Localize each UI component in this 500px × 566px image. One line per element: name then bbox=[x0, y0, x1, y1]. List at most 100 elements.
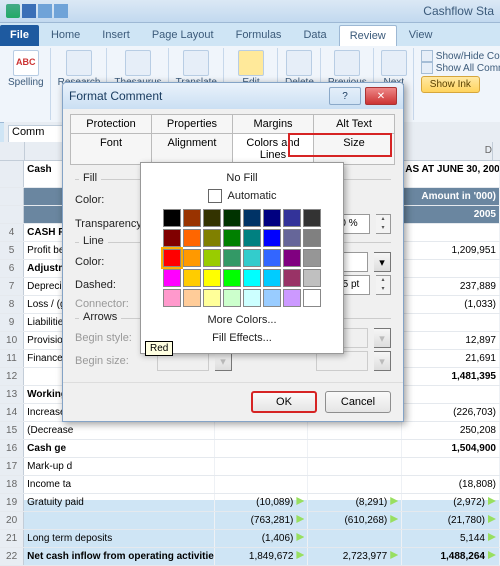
color-swatch[interactable] bbox=[263, 269, 281, 287]
cell[interactable]: Mark-up d bbox=[24, 458, 214, 475]
automatic-option[interactable]: Automatic bbox=[147, 187, 337, 205]
tab-insert[interactable]: Insert bbox=[92, 25, 140, 46]
no-fill-option[interactable]: No Fill bbox=[147, 169, 337, 187]
undo-icon[interactable] bbox=[38, 4, 52, 18]
color-swatch[interactable] bbox=[183, 289, 201, 307]
col-D[interactable]: D bbox=[398, 142, 493, 160]
weight-spinner[interactable]: ▴▾ bbox=[376, 275, 391, 295]
color-swatch[interactable] bbox=[263, 289, 281, 307]
dtab-protection[interactable]: Protection bbox=[70, 114, 152, 134]
row-header[interactable]: 16 bbox=[0, 440, 24, 457]
color-swatch[interactable] bbox=[303, 229, 321, 247]
dtab-alttext[interactable]: Alt Text bbox=[313, 114, 395, 134]
select-all[interactable] bbox=[0, 142, 25, 160]
cell[interactable]: 21,691 bbox=[402, 350, 500, 367]
color-swatch[interactable] bbox=[203, 209, 221, 227]
row-header[interactable]: 14 bbox=[0, 404, 24, 421]
cell[interactable]: 2,723,977 bbox=[308, 548, 402, 565]
row-header[interactable]: 5 bbox=[0, 242, 24, 259]
cell[interactable]: (2,972) bbox=[402, 494, 500, 511]
row-header[interactable]: 17 bbox=[0, 458, 24, 475]
show-hide-comment[interactable]: Show/Hide Comment bbox=[421, 50, 500, 62]
more-colors-option[interactable]: More Colors... bbox=[147, 311, 337, 329]
color-swatch[interactable] bbox=[183, 249, 201, 267]
row-header[interactable]: 6 bbox=[0, 260, 24, 277]
row-header[interactable]: 7 bbox=[0, 278, 24, 295]
cell[interactable] bbox=[215, 476, 309, 493]
cell[interactable]: (763,281) bbox=[215, 512, 309, 529]
color-swatch[interactable] bbox=[283, 269, 301, 287]
color-swatch[interactable] bbox=[203, 229, 221, 247]
cell[interactable]: (1,406) bbox=[215, 530, 309, 547]
tab-view[interactable]: View bbox=[399, 25, 443, 46]
row-header[interactable]: 21 bbox=[0, 530, 24, 547]
cell[interactable]: (8,291) bbox=[308, 494, 402, 511]
color-swatch[interactable] bbox=[283, 249, 301, 267]
row-header[interactable] bbox=[0, 206, 24, 223]
cell[interactable] bbox=[215, 422, 309, 439]
color-swatch[interactable] bbox=[223, 209, 241, 227]
cell[interactable] bbox=[402, 458, 500, 475]
cell[interactable]: Long term deposits bbox=[24, 530, 214, 547]
color-swatch[interactable] bbox=[223, 229, 241, 247]
color-swatch[interactable] bbox=[243, 249, 261, 267]
cell[interactable]: (610,268) bbox=[308, 512, 402, 529]
cell[interactable] bbox=[402, 224, 500, 241]
dtab-colorslines[interactable]: Colors and Lines bbox=[232, 133, 314, 165]
row-header[interactable]: 13 bbox=[0, 386, 24, 403]
tab-file[interactable]: File bbox=[0, 25, 39, 46]
cell[interactable] bbox=[402, 314, 500, 331]
dtab-margins[interactable]: Margins bbox=[232, 114, 314, 134]
color-swatch[interactable] bbox=[263, 229, 281, 247]
dtab-size[interactable]: Size bbox=[313, 133, 395, 165]
row-header[interactable]: 11 bbox=[0, 350, 24, 367]
row-header[interactable] bbox=[0, 188, 24, 205]
cell[interactable]: 1,849,672 bbox=[215, 548, 309, 565]
cell[interactable]: Income ta bbox=[24, 476, 214, 493]
row-header[interactable]: 18 bbox=[0, 476, 24, 493]
show-ink-button[interactable]: Show Ink bbox=[421, 76, 480, 93]
tab-pagelayout[interactable]: Page Layout bbox=[142, 25, 224, 46]
color-swatch[interactable] bbox=[243, 269, 261, 287]
cell[interactable] bbox=[308, 476, 402, 493]
row-header[interactable]: 22 bbox=[0, 548, 24, 565]
cell[interactable]: 2005 bbox=[402, 206, 500, 223]
fill-effects-option[interactable]: Fill Effects... bbox=[147, 329, 337, 347]
cell[interactable]: (10,089) bbox=[215, 494, 309, 511]
cell[interactable]: 12,897 bbox=[402, 332, 500, 349]
cancel-button[interactable]: Cancel bbox=[325, 391, 391, 413]
cell[interactable]: (18,808) bbox=[402, 476, 500, 493]
cell[interactable] bbox=[308, 530, 402, 547]
row-header[interactable] bbox=[0, 161, 24, 187]
row-header[interactable]: 8 bbox=[0, 296, 24, 313]
color-swatch[interactable] bbox=[203, 289, 221, 307]
cell[interactable] bbox=[215, 440, 309, 457]
cell[interactable]: (Decrease bbox=[24, 422, 214, 439]
cell[interactable] bbox=[24, 512, 214, 529]
cell[interactable] bbox=[402, 260, 500, 277]
cell[interactable]: (1,033) bbox=[402, 296, 500, 313]
cell[interactable]: 1,488,264 bbox=[402, 548, 500, 565]
redo-icon[interactable] bbox=[54, 4, 68, 18]
dtab-properties[interactable]: Properties bbox=[151, 114, 233, 134]
cell[interactable]: Net cash inflow from operating activitie… bbox=[24, 548, 214, 565]
cell[interactable] bbox=[308, 458, 402, 475]
color-swatch[interactable] bbox=[283, 229, 301, 247]
dtab-font[interactable]: Font bbox=[70, 133, 152, 165]
cell[interactable]: 1,209,951 bbox=[402, 242, 500, 259]
color-swatch[interactable] bbox=[203, 269, 221, 287]
tab-data[interactable]: Data bbox=[293, 25, 336, 46]
save-icon[interactable] bbox=[22, 4, 36, 18]
cell[interactable] bbox=[308, 440, 402, 457]
line-style-dropdown[interactable]: ▾ bbox=[374, 252, 391, 272]
color-swatch[interactable] bbox=[223, 289, 241, 307]
close-button[interactable]: ✕ bbox=[365, 87, 397, 105]
cell[interactable]: (226,703) bbox=[402, 404, 500, 421]
cell[interactable]: Cash ge bbox=[24, 440, 214, 457]
color-swatch[interactable] bbox=[283, 209, 301, 227]
cell[interactable]: (21,780) bbox=[402, 512, 500, 529]
cell[interactable]: 250,208 bbox=[402, 422, 500, 439]
cell[interactable]: 237,889 bbox=[402, 278, 500, 295]
color-swatch[interactable] bbox=[303, 269, 321, 287]
row-header[interactable]: 15 bbox=[0, 422, 24, 439]
